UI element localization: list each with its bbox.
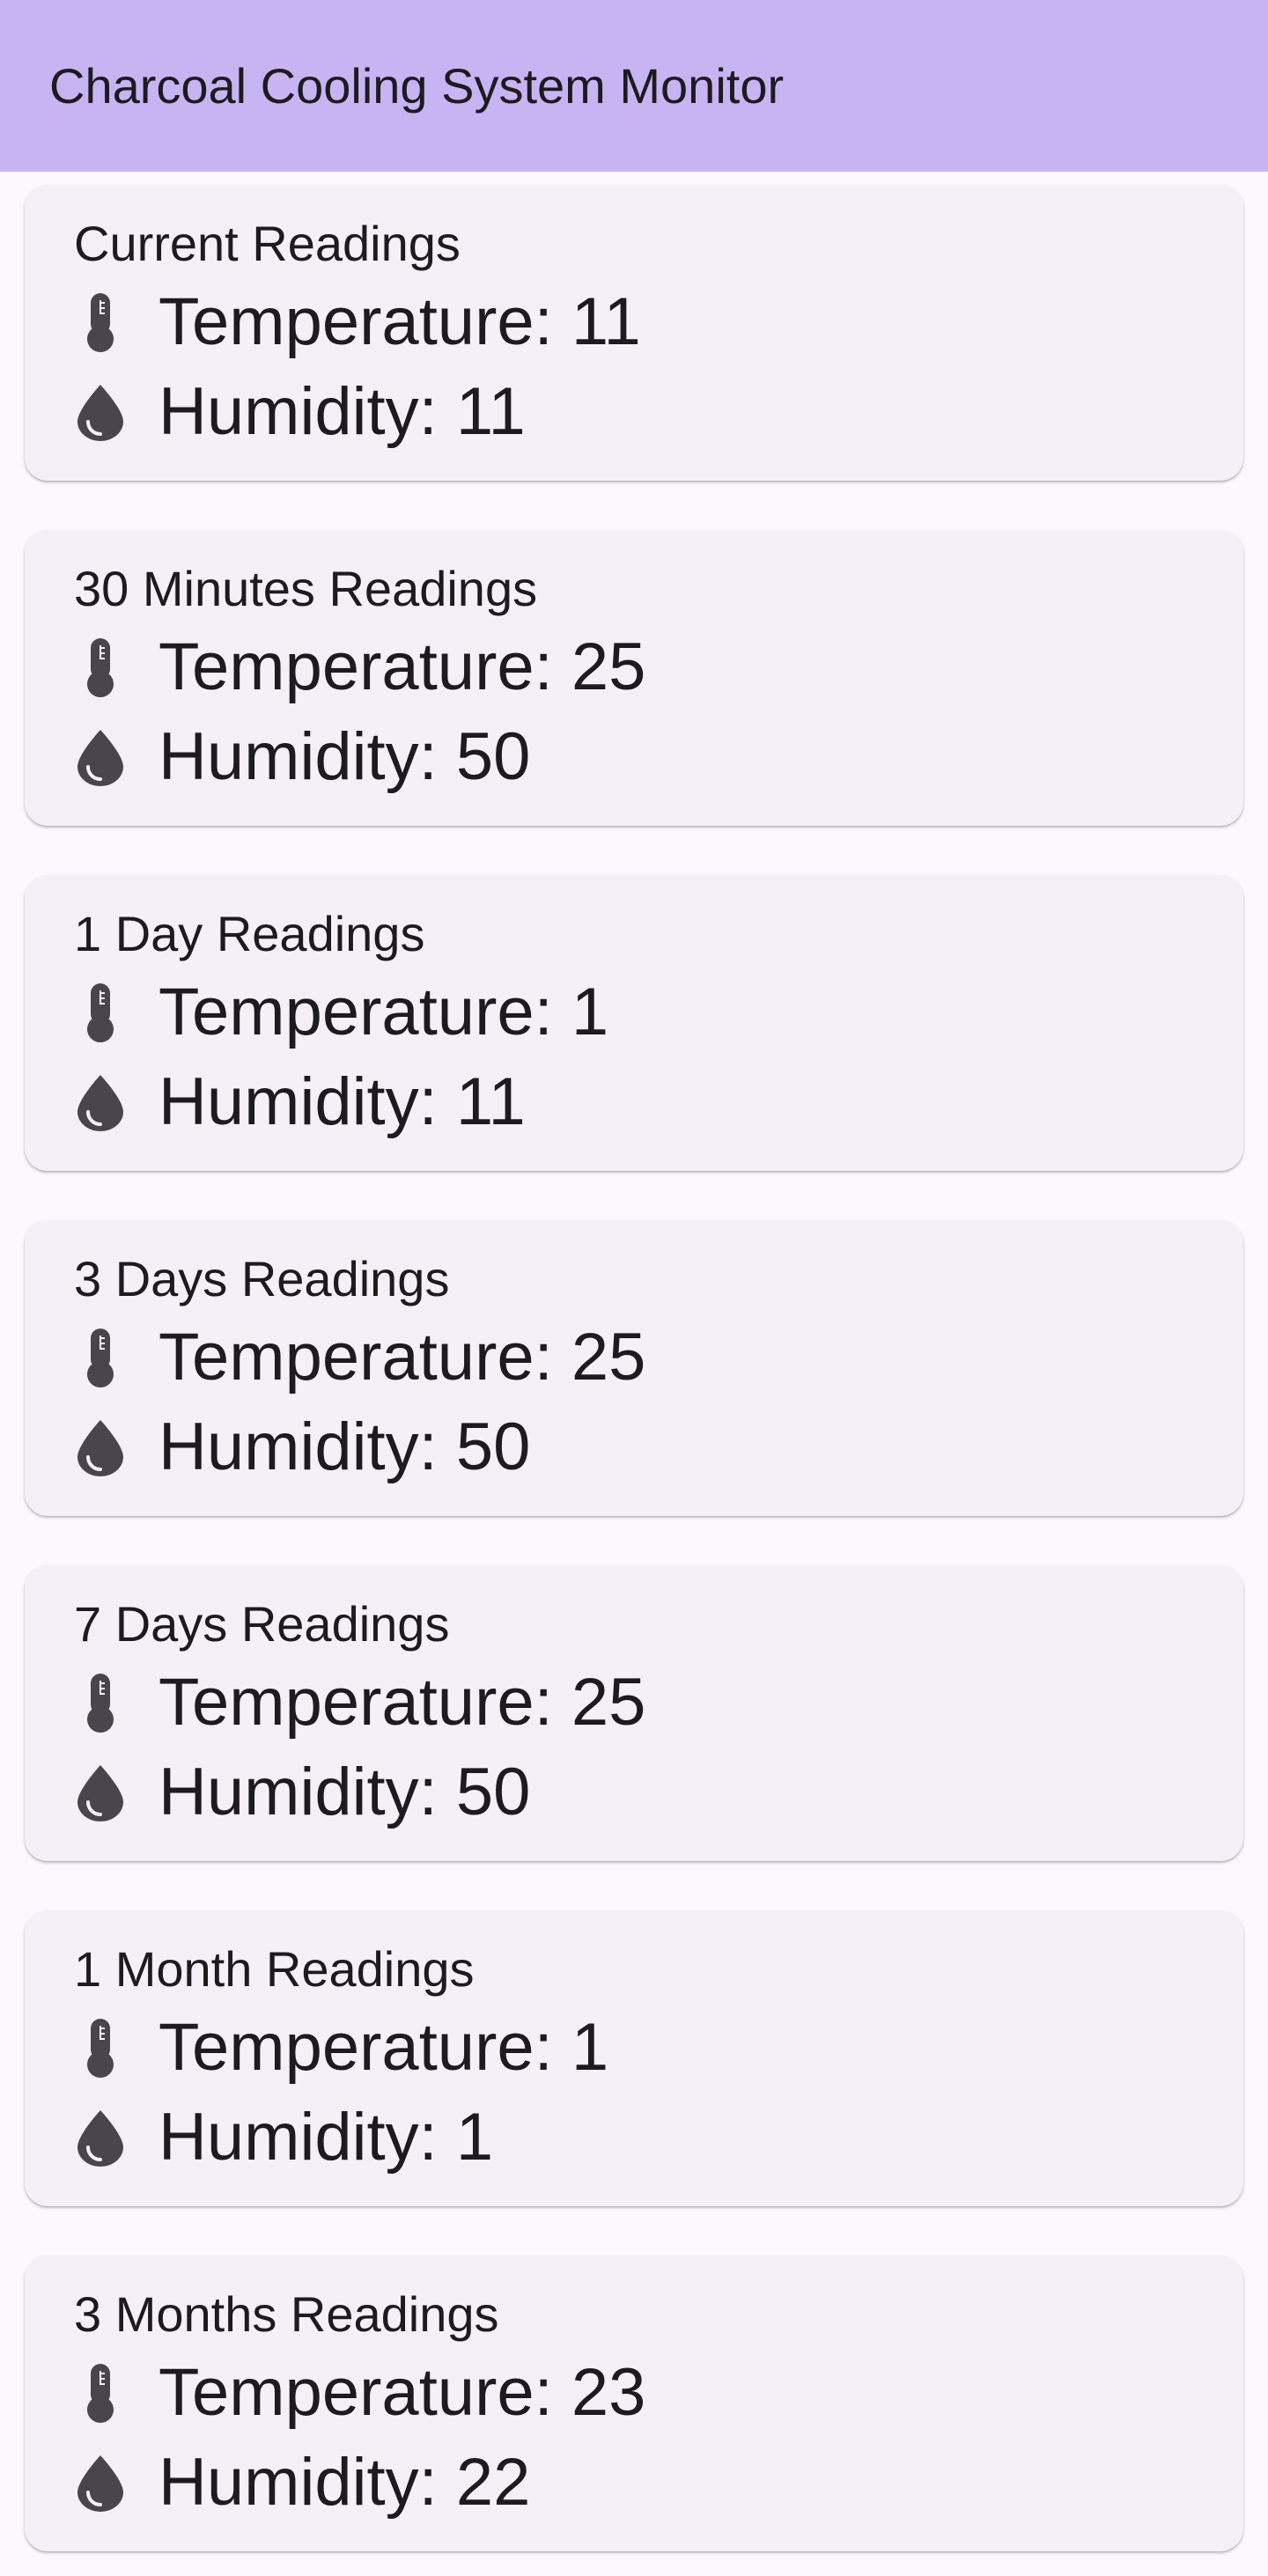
water-drop-icon xyxy=(74,713,127,801)
humidity-value: Humidity: 11 xyxy=(158,374,526,449)
card-title: 1 Day Readings xyxy=(74,906,425,961)
app-title: Charcoal Cooling System Monitor xyxy=(49,58,785,114)
app-bar: Charcoal Cooling System Monitor xyxy=(0,0,1268,172)
humidity-row: Humidity: 50 xyxy=(74,1403,530,1491)
humidity-row: Humidity: 50 xyxy=(74,713,530,801)
readings-card-current: Current Readings Temperature: 11 Humidit… xyxy=(25,185,1243,481)
readings-card-3-days: 3 Days Readings Temperature: 25 Humidity… xyxy=(25,1220,1243,1516)
card-title: 1 Month Readings xyxy=(74,1941,475,1997)
humidity-value: Humidity: 1 xyxy=(158,2100,494,2175)
thermometer-icon xyxy=(74,2349,127,2437)
card-title: 7 Days Readings xyxy=(74,1596,450,1652)
card-title: Current Readings xyxy=(74,216,461,271)
thermometer-icon xyxy=(74,623,127,711)
water-drop-icon xyxy=(74,1748,127,1836)
temperature-value: Temperature: 23 xyxy=(158,2355,646,2430)
temperature-value: Temperature: 1 xyxy=(158,2010,609,2085)
temperature-row: Temperature: 25 xyxy=(74,623,645,711)
temperature-row: Temperature: 1 xyxy=(74,968,608,1056)
humidity-row: Humidity: 11 xyxy=(74,1058,526,1146)
humidity-row: Humidity: 50 xyxy=(74,1748,530,1836)
humidity-value: Humidity: 50 xyxy=(158,1409,531,1484)
humidity-value: Humidity: 50 xyxy=(158,719,531,794)
temperature-row: Temperature: 1 xyxy=(74,2004,608,2092)
card-title: 30 Minutes Readings xyxy=(74,561,538,616)
readings-card-1-day: 1 Day Readings Temperature: 1 Humidity: … xyxy=(25,875,1243,1171)
water-drop-icon xyxy=(74,2439,127,2527)
water-drop-icon xyxy=(74,368,127,456)
thermometer-icon xyxy=(74,968,127,1056)
humidity-row: Humidity: 22 xyxy=(74,2439,530,2527)
readings-card-30-minutes: 30 Minutes Readings Temperature: 25 Humi… xyxy=(25,530,1243,826)
temperature-value: Temperature: 25 xyxy=(158,629,646,704)
temperature-row: Temperature: 11 xyxy=(74,278,641,366)
card-title: 3 Days Readings xyxy=(74,1251,450,1306)
card-title: 3 Months Readings xyxy=(74,2286,499,2342)
temperature-value: Temperature: 11 xyxy=(158,284,641,359)
water-drop-icon xyxy=(74,2094,127,2182)
water-drop-icon xyxy=(74,1403,127,1491)
humidity-value: Humidity: 50 xyxy=(158,1755,531,1829)
thermometer-icon xyxy=(74,1659,127,1747)
humidity-value: Humidity: 11 xyxy=(158,1064,526,1139)
humidity-row: Humidity: 1 xyxy=(74,2094,493,2182)
readings-card-1-month: 1 Month Readings Temperature: 1 Humidity… xyxy=(25,1910,1243,2206)
readings-card-3-months: 3 Months Readings Temperature: 23 Humidi… xyxy=(25,2256,1243,2551)
temperature-row: Temperature: 25 xyxy=(74,1314,645,1402)
humidity-value: Humidity: 22 xyxy=(158,2445,531,2520)
temperature-value: Temperature: 1 xyxy=(158,975,609,1049)
thermometer-icon xyxy=(74,278,127,366)
temperature-value: Temperature: 25 xyxy=(158,1665,646,1740)
readings-card-7-days: 7 Days Readings Temperature: 25 Humidity… xyxy=(25,1565,1243,1861)
temperature-row: Temperature: 23 xyxy=(74,2349,645,2437)
thermometer-icon xyxy=(74,2004,127,2092)
temperature-row: Temperature: 25 xyxy=(74,1659,645,1747)
thermometer-icon xyxy=(74,1314,127,1402)
temperature-value: Temperature: 25 xyxy=(158,1320,646,1395)
humidity-row: Humidity: 11 xyxy=(74,368,526,456)
water-drop-icon xyxy=(74,1058,127,1146)
